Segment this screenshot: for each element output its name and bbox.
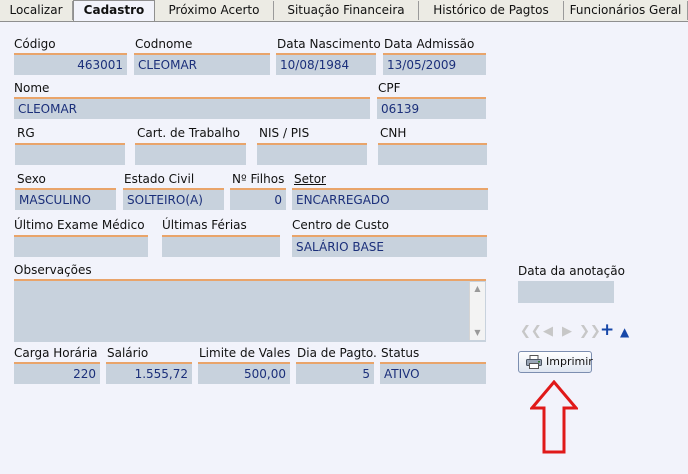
sexo-field[interactable]: MASCULINO: [15, 188, 116, 210]
nome-field[interactable]: CLEOMAR: [14, 97, 370, 119]
cnh-field[interactable]: [378, 143, 487, 165]
carteira-label: Cart. de Trabalho: [137, 126, 240, 140]
imprimir-label: Imprimir: [546, 355, 593, 368]
carga-field[interactable]: 220: [14, 362, 100, 384]
first-icon[interactable]: ❮❮: [520, 324, 542, 340]
codnome-label: Codnome: [135, 37, 193, 51]
admissao-field[interactable]: 13/05/2009: [383, 53, 486, 75]
carteira-field[interactable]: [135, 143, 246, 165]
observacoes-label: Observações: [14, 263, 92, 277]
codnome-field[interactable]: CLEOMAR: [134, 53, 270, 75]
sexo-label: Sexo: [17, 172, 46, 186]
scroll-up-icon[interactable]: ▲: [470, 282, 485, 296]
salario-label: Salário: [107, 346, 149, 360]
imprimir-button[interactable]: Imprimir: [518, 351, 593, 373]
dia-pagto-field[interactable]: 5: [296, 362, 374, 384]
salario-field[interactable]: 1.555,72: [106, 362, 192, 384]
last-icon[interactable]: ❯❯: [579, 324, 601, 340]
ferias-label: Últimas Férias: [162, 218, 247, 232]
tab-bar: Localizar Cadastro Próximo Acerto Situaç…: [0, 0, 688, 22]
tab-localizar[interactable]: Localizar: [0, 1, 73, 20]
estado-civil-label: Estado Civil: [124, 172, 195, 186]
setor-field[interactable]: ENCARREGADO: [292, 188, 488, 210]
tab-funcionarios-geral[interactable]: Funcionários Geral: [564, 1, 688, 20]
status-field[interactable]: ATIVO: [380, 362, 486, 384]
filhos-field[interactable]: 0: [230, 188, 286, 210]
nis-label: NIS / PIS: [259, 126, 310, 140]
rg-field[interactable]: [15, 143, 125, 165]
vales-label: Limite de Vales: [199, 346, 291, 360]
carga-label: Carga Horária: [14, 346, 98, 360]
filhos-label: Nº Filhos: [232, 172, 285, 186]
exame-field[interactable]: [14, 235, 148, 257]
tab-cadastro[interactable]: Cadastro: [73, 0, 155, 21]
cnh-label: CNH: [380, 126, 407, 140]
add-icon[interactable]: +: [600, 322, 614, 339]
up-icon[interactable]: ▲: [620, 324, 629, 340]
printer-icon: [526, 355, 542, 369]
admissao-label: Data Admissão: [384, 37, 475, 51]
setor-link[interactable]: Setor: [294, 172, 326, 186]
tab-situacao-financeira[interactable]: Situação Financeira: [274, 1, 419, 20]
next-icon[interactable]: ▶: [562, 324, 572, 340]
codigo-label: Código: [14, 37, 56, 51]
scroll-down-icon[interactable]: ▼: [470, 326, 485, 340]
tab-historico-pagtos[interactable]: Histórico de Pagtos: [419, 1, 564, 20]
codigo-field[interactable]: 463001: [14, 53, 127, 75]
vales-field[interactable]: 500,00: [198, 362, 290, 384]
tab-proximo-acerto[interactable]: Próximo Acerto: [155, 1, 274, 20]
red-arrow-icon: [530, 380, 578, 454]
prev-icon[interactable]: ◀: [543, 324, 553, 340]
observacoes-textarea[interactable]: ▲ ▼: [14, 279, 486, 342]
estado-civil-field[interactable]: SOLTEIRO(A): [123, 188, 224, 210]
ferias-field[interactable]: [162, 235, 280, 257]
centro-custo-label: Centro de Custo: [292, 218, 389, 232]
nascimento-field[interactable]: 10/08/1984: [276, 53, 376, 75]
cpf-label: CPF: [378, 81, 401, 95]
status-label: Status: [381, 346, 420, 360]
exame-label: Último Exame Médico: [14, 218, 145, 232]
cpf-field[interactable]: 06139: [377, 97, 486, 119]
nome-label: Nome: [14, 81, 50, 95]
observacoes-scrollbar[interactable]: ▲ ▼: [469, 282, 485, 340]
data-anotacao-field[interactable]: [518, 281, 614, 303]
nis-field[interactable]: [257, 143, 367, 165]
data-anotacao-label: Data da anotação: [518, 264, 625, 278]
rg-label: RG: [17, 126, 35, 140]
centro-custo-field[interactable]: SALÁRIO BASE: [292, 235, 487, 257]
nascimento-label: Data Nascimento: [277, 37, 381, 51]
dia-pagto-label: Dia de Pagto.: [297, 346, 377, 360]
